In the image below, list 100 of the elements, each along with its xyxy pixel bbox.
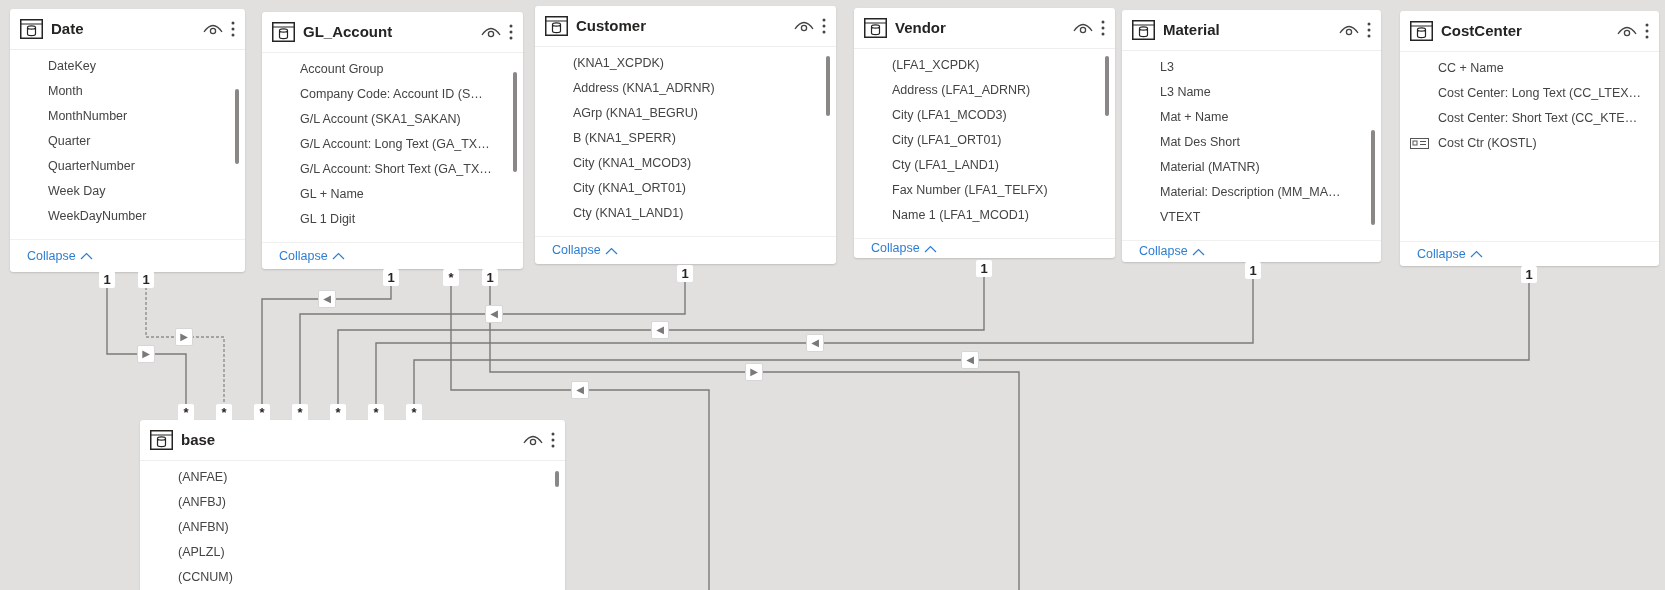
more-options-icon[interactable] — [551, 432, 555, 448]
relationship-line[interactable] — [299, 280, 686, 405]
more-options-icon[interactable] — [1101, 20, 1105, 36]
table-card[interactable]: Material L3 L3 Name Mat + Name Mat Des Short Material (MATNR) Material: Description (MM_MA… VTEXT Collapse — [1122, 10, 1381, 262]
field-name[interactable]: Fax Number (LFA1_TELFX) — [892, 181, 1048, 200]
caret-up-icon — [1469, 250, 1483, 258]
eye-icon[interactable] — [1073, 22, 1093, 34]
caret-up-icon — [1191, 247, 1205, 256]
field-name[interactable]: Name 1 (LFA1_MCOD1) — [892, 206, 1029, 225]
more-options-icon[interactable] — [1645, 23, 1649, 39]
collapse-button[interactable]: Collapse — [279, 246, 345, 266]
field-name[interactable]: Address (KNA1_ADRNR) — [573, 79, 715, 98]
more-options-icon[interactable] — [231, 21, 235, 37]
scrollbar-thumb[interactable] — [1371, 130, 1375, 225]
field-name[interactable]: G/L Account: Short Text (GA_TX… — [300, 160, 492, 179]
collapse-button[interactable]: Collapse — [871, 239, 937, 258]
field-name[interactable]: (KNA1_XCPDK) — [573, 54, 664, 73]
cardinality-label: 1 — [482, 269, 498, 286]
collapse-button[interactable]: Collapse — [1139, 242, 1205, 261]
cardinality-label: * — [254, 404, 270, 421]
eye-icon[interactable] — [1617, 25, 1637, 37]
eye-icon[interactable] — [794, 20, 814, 32]
collapse-button[interactable]: Collapse — [1417, 244, 1483, 264]
field-name[interactable]: (ANFBJ) — [178, 493, 226, 512]
field-name[interactable]: DateKey — [48, 57, 96, 76]
relationship-line[interactable] — [106, 286, 187, 405]
cardinality-label: * — [292, 404, 308, 421]
more-options-icon[interactable] — [822, 18, 826, 34]
field-name[interactable]: (ANFBN) — [178, 518, 229, 537]
relationship-line[interactable] — [413, 281, 1530, 405]
field-name[interactable]: Material: Description (MM_MA… — [1160, 183, 1341, 202]
scrollbar-thumb[interactable] — [826, 56, 830, 116]
table-card[interactable]: Customer (KNA1_XCPDK) Address (KNA1_ADRNR) AGrp (KNA1_BEGRU) B (KNA1_SPERR) City (KNA1_MCOD3) City (KNA1_ORT01) Cty (KNA1_LAND1) Collapse — [535, 6, 836, 264]
field-name[interactable]: Account Group — [300, 60, 384, 79]
collapse-button[interactable]: Collapse — [552, 241, 618, 260]
cardinality-label: 1 — [138, 271, 154, 288]
filter-direction-marker: ◀ — [961, 351, 979, 369]
field-name[interactable]: City (LFA1_MCOD3) — [892, 106, 1007, 125]
field-name[interactable]: (LFA1_XCPDK) — [892, 56, 980, 75]
field-name[interactable]: MonthNumber — [48, 107, 128, 126]
eye-icon[interactable] — [1339, 24, 1359, 36]
field-name[interactable]: Cost Center: Long Text (CC_LTEX… — [1438, 84, 1642, 103]
field-name[interactable]: Week Day — [48, 182, 106, 201]
field-name[interactable]: Quarter — [48, 132, 91, 151]
table-title: base — [181, 429, 216, 450]
filter-direction-marker: ▶ — [175, 328, 193, 346]
field-name[interactable]: (ANFAE) — [178, 468, 228, 487]
field-name[interactable]: Month — [48, 82, 83, 101]
field-name[interactable]: GL + Name — [300, 185, 364, 204]
filter-direction-marker: ◀ — [806, 334, 824, 352]
field-name[interactable]: Mat + Name — [1160, 108, 1229, 127]
field-name[interactable]: (APLZL) — [178, 543, 225, 562]
table-card[interactable]: Date DateKey Month MonthNumber Quarter QuarterNumber Week Day WeekDayNumber Collapse — [10, 9, 245, 272]
eye-icon[interactable] — [203, 23, 223, 35]
table-icon — [150, 430, 173, 450]
field-name[interactable]: AGrp (KNA1_BEGRU) — [573, 104, 699, 123]
table-card[interactable]: GL_Account Account Group Company Code: Account ID (S… G/L Account (SKA1_SAKAN) G/L Account: Long Text (GA_TX… G/L Account: Short Text (GA_TX… GL + Name GL 1 Digit Collapse — [262, 12, 523, 269]
field-name[interactable]: L3 — [1160, 58, 1174, 77]
table-title: Date — [51, 18, 84, 39]
table-icon — [545, 16, 568, 36]
field-name[interactable]: Cty (LFA1_LAND1) — [892, 156, 999, 175]
field-name[interactable]: Material (MATNR) — [1160, 158, 1260, 177]
table-title: CostCenter — [1441, 20, 1522, 41]
table-icon — [1410, 21, 1433, 41]
more-options-icon[interactable] — [1367, 22, 1371, 38]
field-name[interactable]: Company Code: Account ID (S… — [300, 85, 483, 104]
collapse-button[interactable]: Collapse — [27, 246, 93, 266]
relationship-line[interactable] — [261, 284, 392, 405]
scrollbar-thumb[interactable] — [513, 72, 517, 172]
field-name[interactable]: Cost Ctr (KOSTL) — [1438, 134, 1537, 153]
field-name[interactable]: B (KNA1_SPERR) — [573, 129, 676, 148]
field-name[interactable]: City (KNA1_ORT01) — [573, 179, 686, 198]
field-name[interactable]: QuarterNumber — [48, 157, 135, 176]
table-icon — [20, 19, 43, 39]
cardinality-label: * — [178, 404, 194, 421]
field-name[interactable]: Cost Center: Short Text (CC_KTE… — [1438, 109, 1638, 128]
table-card[interactable]: CostCenter CC + Name Cost Center: Long Text (CC_LTEX… Cost Center: Short Text (CC_KTE… Cost Ctr (KOSTL) Collapse — [1400, 11, 1659, 266]
field-name[interactable]: WeekDayNumber — [48, 207, 147, 226]
field-name[interactable]: Address (LFA1_ADRNR) — [892, 81, 1031, 100]
table-icon — [864, 18, 887, 38]
more-options-icon[interactable] — [509, 24, 513, 40]
scrollbar-thumb[interactable] — [1105, 56, 1109, 116]
table-card[interactable]: base (ANFAE) (ANFBJ) (ANFBN) (APLZL) (CCNUM) — [140, 420, 565, 590]
field-name[interactable]: GL 1 Digit — [300, 210, 356, 229]
eye-icon[interactable] — [481, 26, 501, 38]
field-name[interactable]: G/L Account (SKA1_SAKAN) — [300, 110, 461, 129]
table-card[interactable]: Vendor (LFA1_XCPDK) Address (LFA1_ADRNR) City (LFA1_MCOD3) City (LFA1_ORT01) Cty (LFA1_LAND1) Fax Number (LFA1_TELFX) Name 1 (LFA1_MCOD1) Collapse — [854, 8, 1115, 258]
field-name[interactable]: CC + Name — [1438, 59, 1504, 78]
field-name[interactable]: Mat Des Short — [1160, 133, 1240, 152]
field-name[interactable]: Cty (KNA1_LAND1) — [573, 204, 684, 223]
cardinality-label: 1 — [976, 260, 992, 277]
scrollbar-thumb[interactable] — [555, 471, 559, 487]
eye-icon[interactable] — [523, 434, 543, 446]
scrollbar-thumb[interactable] — [235, 89, 239, 164]
field-name[interactable]: G/L Account: Long Text (GA_TX… — [300, 135, 490, 154]
field-name[interactable]: (CCNUM) — [178, 568, 233, 587]
field-name[interactable]: City (KNA1_MCOD3) — [573, 154, 692, 173]
field-name[interactable]: L3 Name — [1160, 83, 1211, 102]
field-name[interactable]: City (LFA1_ORT01) — [892, 131, 1002, 150]
field-name[interactable]: VTEXT — [1160, 208, 1201, 227]
